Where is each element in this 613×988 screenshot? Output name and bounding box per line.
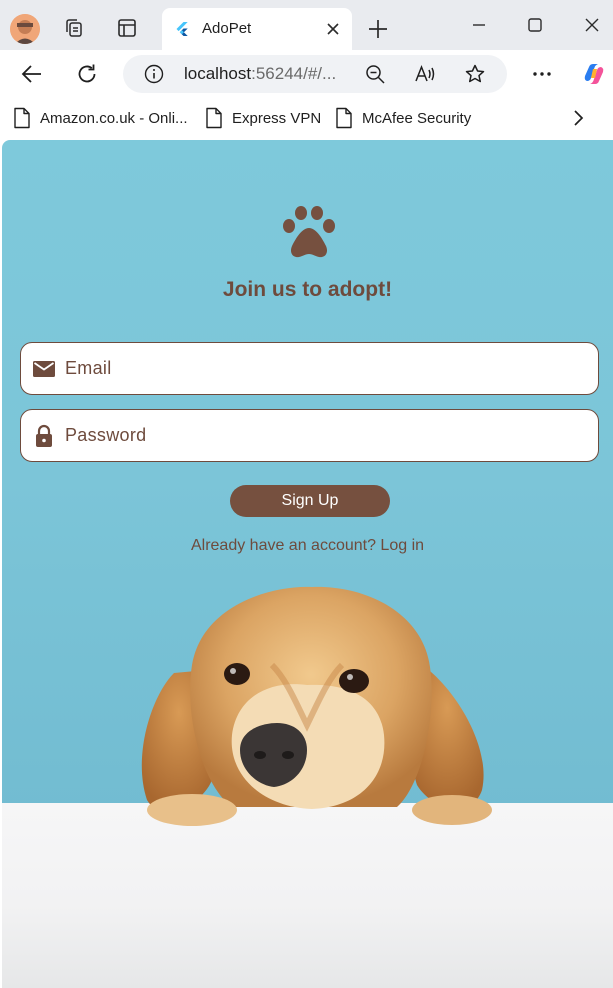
tab-adopet[interactable]: AdoPet <box>162 8 352 50</box>
page-viewport: Join us to adopt! Sign Up Already have a… <box>2 140 613 988</box>
browser-title-bar: AdoPet <box>0 0 613 50</box>
page-icon <box>206 107 222 129</box>
email-field[interactable] <box>20 342 599 395</box>
favorite-star-icon[interactable] <box>464 63 486 85</box>
read-aloud-icon[interactable] <box>414 63 436 85</box>
bookmark-mcafee[interactable]: McAfee Security <box>335 106 471 130</box>
lock-icon <box>31 423 57 449</box>
password-input[interactable] <box>65 418 585 452</box>
sign-up-button[interactable]: Sign Up <box>230 485 390 517</box>
site-info-icon[interactable] <box>143 63 165 85</box>
password-field[interactable] <box>20 409 599 462</box>
more-options-icon[interactable] <box>529 61 555 87</box>
bookmark-label: Amazon.co.uk - Onli... <box>40 109 188 127</box>
bookmark-express-vpn[interactable]: Express VPN <box>205 106 321 130</box>
email-input[interactable] <box>65 351 585 385</box>
page-headline: Join us to adopt! <box>222 278 393 301</box>
close-window-icon[interactable] <box>579 12 605 38</box>
flutter-favicon-icon <box>176 22 188 36</box>
vertical-tabs-icon[interactable] <box>115 16 139 40</box>
chevron-right-icon[interactable] <box>568 107 588 129</box>
bookmark-label: Express VPN <box>232 109 322 127</box>
maximize-icon[interactable] <box>522 12 548 38</box>
zoom-out-icon[interactable] <box>364 63 386 85</box>
workspaces-icon[interactable] <box>62 16 86 40</box>
golden-retriever-photo <box>112 585 532 835</box>
bookmark-label: McAfee Security <box>362 109 472 127</box>
page-icon <box>336 107 352 129</box>
bookmarks-bar: Amazon.co.uk - Onli... Express VPN McAfe… <box>0 98 613 138</box>
tab-title: AdoPet <box>202 20 252 37</box>
mail-icon <box>31 356 57 382</box>
refresh-icon[interactable] <box>74 61 100 87</box>
new-tab-icon[interactable] <box>366 17 390 41</box>
close-tab-icon[interactable] <box>324 20 342 38</box>
page-icon <box>14 107 30 129</box>
minimize-icon[interactable] <box>466 12 492 38</box>
back-arrow-icon[interactable] <box>19 61 45 87</box>
bookmark-amazon[interactable]: Amazon.co.uk - Onli... <box>13 106 188 130</box>
paw-icon <box>280 204 338 260</box>
url-text[interactable]: localhost:56244/#/... <box>184 64 336 84</box>
address-bar[interactable]: localhost:56244/#/... <box>123 55 507 93</box>
browser-toolbar: localhost:56244/#/... <box>0 50 613 98</box>
profile-avatar[interactable] <box>10 14 40 44</box>
copilot-icon[interactable] <box>581 61 607 87</box>
login-link[interactable]: Already have an account? Log in <box>2 537 613 555</box>
